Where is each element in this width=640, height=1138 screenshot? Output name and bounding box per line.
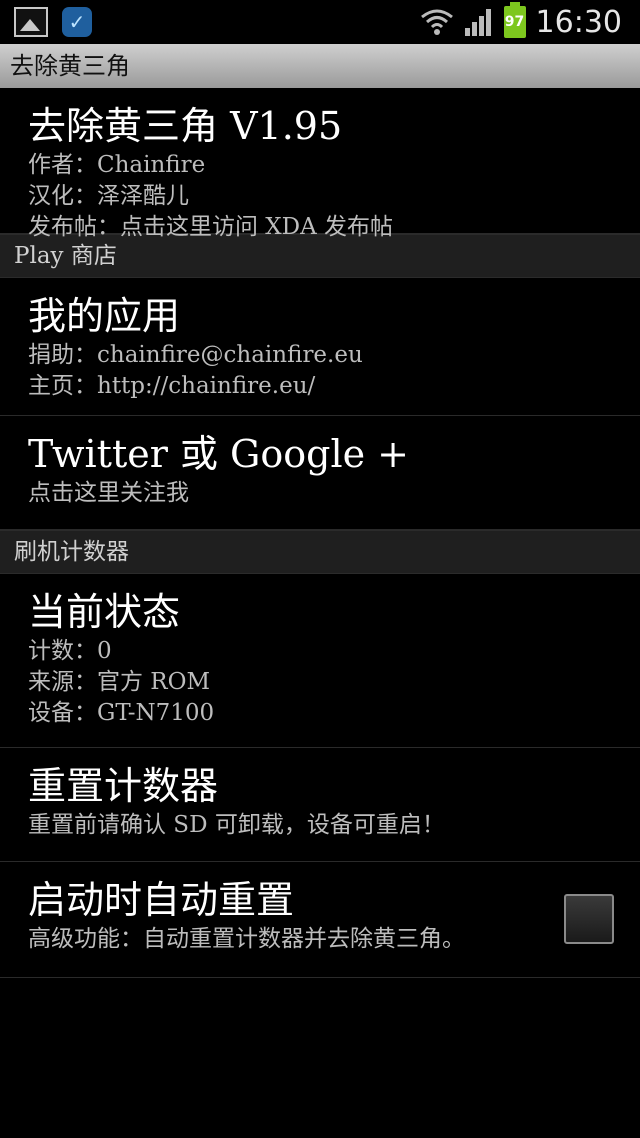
device-line: 设备：GT-N7100 (28, 700, 215, 726)
about-translator: 汉化：泽泽酷儿 (28, 183, 189, 209)
app-title-bar: 去除黄三角 (0, 44, 640, 88)
signal-icon (464, 9, 491, 36)
clock: 16:30 (535, 4, 622, 40)
battery-level: 97 (504, 14, 525, 30)
my-apps-title: 我的应用 (28, 294, 181, 338)
current-status-item[interactable]: 当前状态 计数：0 来源：官方 ROM 设备：GT-N7100 (0, 574, 640, 748)
source-line: 来源：官方 ROM (28, 669, 211, 695)
my-apps-item[interactable]: 我的应用 捐助：chainfire@chainfire.eu 主页：http:/… (0, 278, 640, 416)
reset-counter-item[interactable]: 重置计数器 重置前请确认 SD 可卸载，设备可重启！ (0, 748, 640, 862)
auto-reset-subtitle: 高级功能：自动重置计数器并去除黄三角。 (28, 926, 465, 952)
reset-counter-title: 重置计数器 (28, 764, 219, 808)
auto-reset-item[interactable]: 启动时自动重置 高级功能：自动重置计数器并去除黄三角。 (0, 862, 640, 978)
current-status-title: 当前状态 (28, 590, 181, 634)
about-title: 去除黄三角 V1.95 (28, 104, 343, 148)
about-author: 作者：Chainfire (28, 152, 206, 178)
reset-counter-subtitle: 重置前请确认 SD 可卸载，设备可重启！ (28, 812, 445, 838)
auto-reset-checkbox[interactable] (564, 894, 614, 944)
battery-icon: 97 (503, 2, 526, 38)
section-header-flash-counter: 刷机计数器 (0, 530, 640, 574)
about-item[interactable]: 去除黄三角 V1.95 作者：Chainfire 汉化：泽泽酷儿 发布帖：点击这… (0, 88, 640, 240)
social-title: Twitter 或 Google + (28, 432, 410, 476)
auto-reset-title: 启动时自动重置 (28, 878, 295, 922)
count-line: 计数：0 (28, 638, 112, 664)
about-xda-link: 发布帖：点击这里访问 XDA 发布帖 (28, 214, 394, 240)
homepage-line: 主页：http://chainfire.eu/ (28, 373, 316, 399)
gallery-notification-icon (14, 7, 48, 37)
app-notification-icon: ✓ (62, 7, 92, 37)
donate-line: 捐助：chainfire@chainfire.eu (28, 342, 363, 368)
social-subtitle: 点击这里关注我 (28, 480, 189, 506)
status-bar: ✓ 97 16:30 (0, 0, 640, 44)
wifi-icon (420, 9, 453, 35)
social-item[interactable]: Twitter 或 Google + 点击这里关注我 (0, 416, 640, 530)
